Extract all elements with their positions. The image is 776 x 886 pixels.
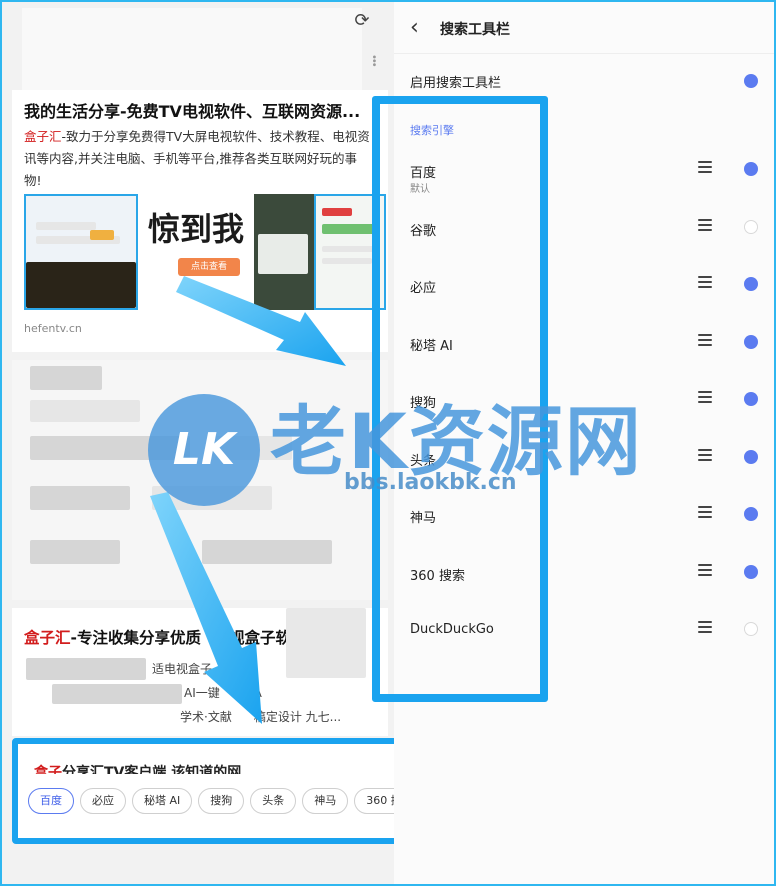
toolbar-chip[interactable]: 百度 bbox=[28, 788, 74, 814]
drag-handle-icon[interactable] bbox=[698, 448, 712, 463]
result3-title[interactable]: 盒子汇-专注收集分享优质 视盒子软 bbox=[24, 626, 291, 648]
enable-toolbar-label: 启用搜索工具栏 bbox=[410, 76, 502, 91]
engine-toggle[interactable] bbox=[744, 277, 758, 291]
toolbar-cut-title: 盒子分享汇TV客户端 该知道的网 bbox=[34, 765, 242, 774]
drag-handle-icon[interactable] bbox=[698, 161, 712, 175]
engine-toggle[interactable] bbox=[744, 622, 758, 636]
drag-handle-icon[interactable] bbox=[698, 218, 712, 233]
result3-line-2: AI一键历 A bbox=[184, 686, 262, 700]
toolbar-chip[interactable]: 必应 bbox=[80, 788, 126, 814]
more-icon[interactable]: ••• bbox=[368, 54, 379, 66]
settings-header: ‹ 搜索工具栏 bbox=[394, 2, 774, 54]
result3-title-text: -专注收集分享优质 bbox=[70, 629, 201, 647]
result3-title-tail: 视盒子软 bbox=[228, 629, 291, 647]
toolbar-chip[interactable]: 神马 bbox=[302, 788, 349, 814]
thumbnail-2[interactable]: 惊到我 点击查看 bbox=[138, 194, 254, 310]
drag-handle-icon[interactable] bbox=[698, 276, 712, 290]
thumbnail-button: 点击查看 bbox=[178, 258, 240, 276]
toolbar-chip[interactable]: 360 搜 bbox=[354, 788, 396, 814]
result3-line-3: 学术·文献 稿定设计 九七... bbox=[180, 710, 342, 724]
search-toolbar-highlight: 盒子分享汇TV客户端 该知道的网 百度必应秘塔 AI搜狗头条神马360 搜 bbox=[12, 738, 406, 844]
toolbar-chip[interactable]: 头条 bbox=[250, 788, 297, 814]
result-brand: 盒子汇 bbox=[24, 129, 62, 144]
thumbnail-headline: 惊到我 bbox=[147, 210, 244, 248]
search-result-card-3[interactable]: 盒子汇-专注收集分享优质 视盒子软 适电视盒子 手机 AI一键历 A 学术·文献 稿定… bbox=[12, 608, 388, 736]
result3-brand: 盒子汇 bbox=[24, 629, 71, 647]
result-desc-text: -致力于分享免费得TV大屏电视软件、技术教程、电视资讯等内容,并关注电脑、手机等… bbox=[24, 129, 370, 188]
engine-toggle[interactable] bbox=[744, 507, 758, 521]
engine-toggle[interactable] bbox=[744, 564, 758, 579]
drag-handle-icon[interactable] bbox=[698, 506, 712, 520]
enable-toolbar-toggle[interactable] bbox=[744, 74, 758, 88]
refresh-icon[interactable]: ⟳ bbox=[352, 11, 372, 31]
engine-toggle[interactable] bbox=[744, 449, 758, 464]
result-title[interactable]: 我的生活分享-免费TV电视软件、互联网资源... bbox=[24, 98, 360, 122]
engine-toggle[interactable] bbox=[744, 219, 758, 234]
drag-handle-icon[interactable] bbox=[698, 621, 712, 635]
engine-toggle[interactable] bbox=[744, 392, 758, 406]
thumbnail-1[interactable] bbox=[24, 194, 138, 310]
watermark-logo: LK bbox=[148, 394, 260, 506]
result3-line-1: 适电视盒子 手机 bbox=[152, 662, 255, 676]
watermark-url: bbs.laokbk.cn bbox=[344, 470, 517, 495]
toolbar-chip[interactable]: 秘塔 AI bbox=[132, 788, 193, 814]
blurred-search-bar bbox=[22, 8, 362, 92]
search-result-card[interactable]: 我的生活分享-免费TV电视软件、互联网资源... 盒子汇-致力于分享免费得TV大… bbox=[12, 90, 388, 352]
result-url: hefentv.cn bbox=[24, 322, 82, 335]
back-arrow-icon[interactable]: ‹ bbox=[410, 16, 430, 40]
page-title: 搜索工具栏 bbox=[440, 22, 510, 38]
search-toolbar-chips: 百度必应秘塔 AI搜狗头条神马360 搜 bbox=[28, 788, 396, 818]
drag-handle-icon[interactable] bbox=[698, 391, 712, 405]
thumbnail-3[interactable] bbox=[254, 194, 314, 310]
engine-toggle[interactable] bbox=[744, 162, 758, 176]
engine-toggle[interactable] bbox=[744, 334, 758, 349]
toolbar-chip[interactable]: 搜狗 bbox=[198, 788, 245, 814]
drag-handle-icon[interactable] bbox=[698, 563, 712, 578]
drag-handle-icon[interactable] bbox=[698, 333, 712, 348]
result-thumbnails[interactable]: 惊到我 点击查看 bbox=[24, 194, 386, 310]
result-description: 盒子汇-致力于分享免费得TV大屏电视软件、技术教程、电视资讯等内容,并关注电脑、… bbox=[24, 126, 374, 192]
